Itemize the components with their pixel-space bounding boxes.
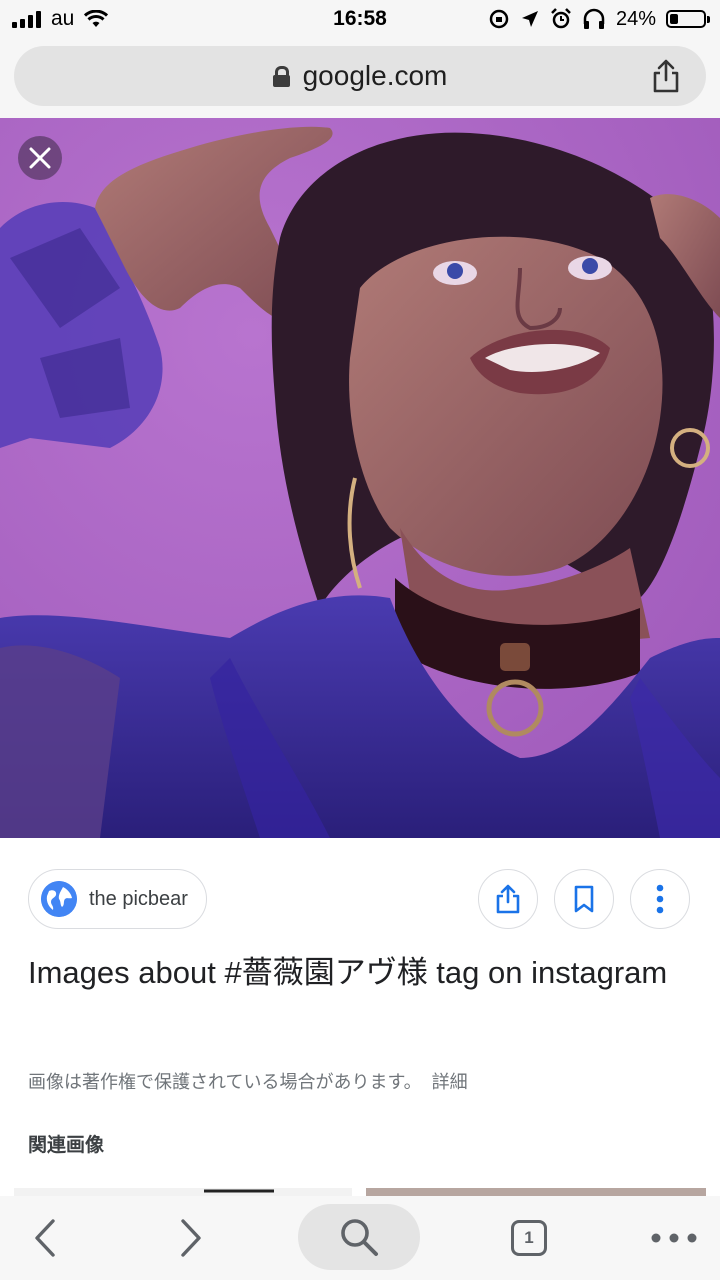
details-link[interactable]: 詳細 [432,1072,468,1092]
status-bar: au 16:58 24% [0,0,720,38]
signal-icon [12,10,41,28]
back-icon [35,1219,55,1257]
address-bar[interactable]: google.com [14,46,706,106]
url-domain: google.com [302,60,448,91]
address-display[interactable]: google.com [14,46,706,106]
forward-icon [181,1219,201,1257]
tab-count: 1 [524,1228,534,1247]
battery-percent: 24% [615,7,656,30]
headphones-icon [583,8,605,29]
back-button[interactable] [20,1196,70,1280]
close-button[interactable] [18,136,62,180]
related-images-heading: 関連画像 [28,1135,105,1156]
close-icon [29,147,51,169]
forward-button[interactable] [166,1196,216,1280]
more-options-button[interactable] [630,869,690,929]
menu-button[interactable] [646,1196,702,1280]
browser-toolbar: 1 [0,1196,720,1280]
image-title[interactable]: Images about #薔薇園アヴ様 tag on instagram [28,946,668,999]
more-vert-icon [656,884,664,914]
bookmark-button[interactable] [554,869,614,929]
status-left: au [12,6,109,32]
tabs-button[interactable]: 1 [505,1196,553,1280]
status-right: 24% [488,6,710,32]
wifi-icon [84,10,109,27]
alarm-icon [551,8,571,29]
globe-icon [41,881,77,917]
location-icon [521,11,538,27]
search-button[interactable] [298,1204,420,1270]
bookmark-icon [574,885,594,913]
share-icon[interactable] [648,58,684,94]
copyright-text: 画像は著作権で保護されている場合があります。 [28,1072,422,1092]
search-icon [341,1219,378,1256]
source-label: the picbear [89,887,188,910]
photo-illustration [0,118,720,838]
lock-icon [272,66,290,87]
browser-address-area: google.com [0,38,720,118]
battery-level [670,14,678,24]
orientation-lock-icon [489,9,509,29]
carrier-label: au [51,7,75,30]
share-button[interactable] [478,869,538,929]
battery-icon [666,10,710,28]
share-icon [496,884,520,914]
tabs-icon: 1 [511,1220,547,1256]
preview-image[interactable] [0,118,720,838]
more-horiz-icon [651,1233,697,1243]
source-chip[interactable]: the picbear [28,869,207,929]
copyright-notice: 画像は著作権で保護されている場合があります。 詳細 [28,1068,468,1094]
